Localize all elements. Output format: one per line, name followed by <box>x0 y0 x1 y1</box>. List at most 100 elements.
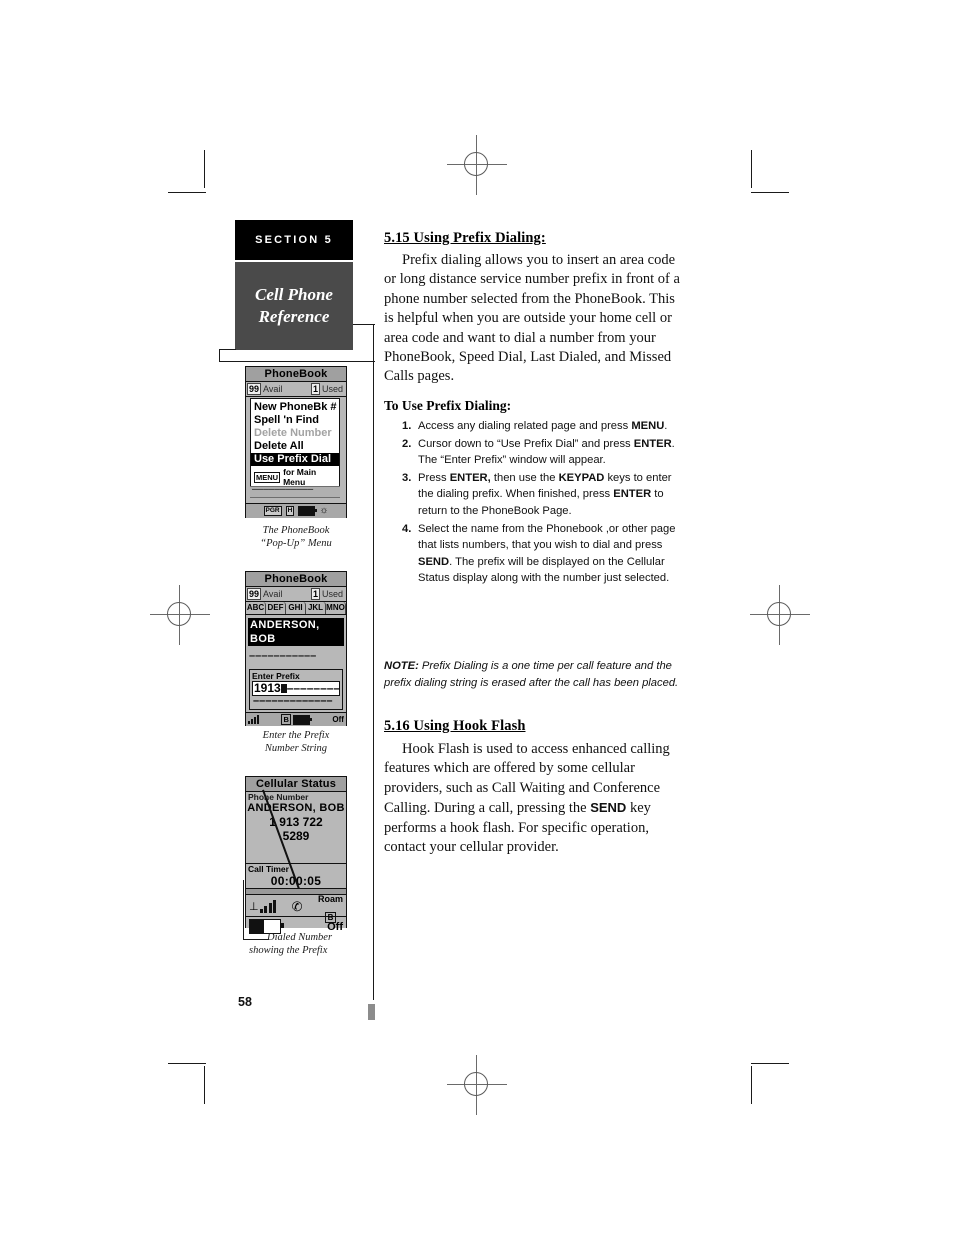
antenna-icon: ⊥ <box>249 901 259 914</box>
registration-mark-top <box>447 135 507 195</box>
column-divider-rule <box>373 362 375 1000</box>
tab-rule-right <box>353 324 375 326</box>
cellular-status-indicator-row: ⊥ ✆ Roam B <box>246 894 346 923</box>
phonebook-counts-row: 99 Avail 1 Used <box>246 382 346 397</box>
caption-line-1: Enter the Prefix <box>262 730 330 741</box>
signal-strength-icon <box>248 715 259 724</box>
caption-line-2: Number String <box>264 743 328 754</box>
lcd-title-phonebook-2: PhoneBook <box>246 572 346 587</box>
registration-mark-left <box>150 585 210 645</box>
menu-item-new-phonebk[interactable]: New PhoneBk # <box>251 401 339 414</box>
phone-number-label: Phone Number <box>248 792 309 802</box>
key-enter: ENTER <box>633 437 672 450</box>
alpha-tab-bar[interactable]: ABC DEF GHI JKL MNO <box>246 602 346 615</box>
popup-menu[interactable]: New PhoneBk # Spell 'n Find Delete Numbe… <box>250 398 340 489</box>
phonebook-empty-row <box>250 486 340 498</box>
section-title-line2: Reference <box>258 307 330 326</box>
note-block: NOTE: Prefix Dialing is a one time per c… <box>384 658 684 692</box>
roam-label: Roam <box>317 893 343 904</box>
step-3: Press ENTER, then use the KEYPAD keys to… <box>402 470 672 517</box>
section-title-line1: Cell Phone <box>255 285 333 304</box>
step-2: Cursor down to “Use Prefix Dial” and pre… <box>402 436 675 467</box>
lcd-body-cellular-status: Phone Number ANDERSON, BOB 1 913 722 528… <box>246 792 346 935</box>
phonebook-blank-entry-1: ––––––––––– <box>249 650 317 662</box>
paragraph-5-16: Hook Flash is used to access enhanced ca… <box>384 741 670 856</box>
note-label: NOTE: <box>384 660 419 672</box>
procedure-block: To Use Prefix Dialing: Access any dialin… <box>384 398 684 588</box>
crop-mark-top-right-horizontal <box>751 192 789 194</box>
steps-list: Access any dialing related page and pres… <box>384 418 684 587</box>
crop-mark-bottom-right-vertical <box>751 1066 753 1104</box>
key-send: SEND <box>590 800 627 816</box>
menu-item-delete-number: Delete Number <box>254 427 332 439</box>
backlight-icon: ☼ <box>319 505 329 516</box>
avail-count: 99 <box>247 588 262 600</box>
crop-mark-bottom-left-horizontal <box>168 1063 206 1065</box>
used-label: Used <box>321 589 343 599</box>
used-count: 1 <box>310 588 320 600</box>
alpha-tab-jkl[interactable]: JKL <box>306 602 326 614</box>
page-number: 58 <box>238 995 252 1009</box>
heading-5-15: 5.15 Using Prefix Dialing: <box>384 230 546 246</box>
caption-line-2: showing the Prefix <box>249 945 328 956</box>
registration-circle <box>464 152 488 176</box>
prefix-input-field[interactable]: 1913 ––––––––– <box>252 681 340 696</box>
enter-prefix-window[interactable]: Enter Prefix 1913 ––––––––– ––––––––––––– <box>249 669 343 710</box>
crop-mark-top-right-vertical <box>751 150 753 188</box>
home-indicator-icon: H <box>285 506 295 516</box>
registration-circle <box>464 1072 488 1096</box>
figure-enter-prefix: PhoneBook 99 Avail 1 Used ABC DEF GHI JK… <box>245 571 347 726</box>
alpha-tab-abc[interactable]: ABC <box>246 602 266 614</box>
dialed-number-line-2: 5289 <box>282 829 310 843</box>
power-state-label: Off <box>332 715 344 724</box>
step-4: Select the name from the Phonebook ,or o… <box>402 521 676 585</box>
bottom-marker-tick <box>368 1004 375 1020</box>
used-count: 1 <box>310 383 320 395</box>
subheading-to-use-prefix-dialing: To Use Prefix Dialing: <box>384 398 512 413</box>
crop-mark-bottom-left-vertical <box>204 1066 206 1104</box>
tab-rule-left <box>219 349 236 351</box>
selected-phonebook-entry[interactable]: ANDERSON, BOB <box>248 618 344 646</box>
call-timer-label: Call Timer <box>248 864 289 875</box>
avail-label: Avail <box>263 384 283 394</box>
caption-phonebook-popup: The PhoneBook “Pop-Up” Menu <box>221 524 371 550</box>
avail-label: Avail <box>263 589 283 599</box>
popup-footer-hint: MENU for Main Menu <box>251 466 339 487</box>
caption-line-1: Dialed Number <box>267 932 333 943</box>
cellular-status-name: ANDERSON, BOB <box>247 802 345 814</box>
key-enter: ENTER, <box>449 471 491 484</box>
figure-phonebook-popup-menu: PhoneBook 99 Avail 1 Used New PhoneBk # … <box>245 366 347 518</box>
signal-strength-icon <box>259 900 277 914</box>
menu-keycap: MENU <box>254 471 281 483</box>
used-label: Used <box>321 384 343 394</box>
figure-cellular-status: Cellular Status Phone Number ANDERSON, B… <box>245 776 347 935</box>
key-enter: ENTER <box>613 488 652 501</box>
popup-footer-text: for Main Menu <box>283 467 317 487</box>
menu-item-use-prefix-dial[interactable]: Use Prefix Dial <box>251 453 339 466</box>
menu-item-delete-all[interactable]: Delete All <box>251 440 339 453</box>
prefix-value: 1913 <box>254 681 281 695</box>
figure-frame-right-stub <box>373 324 375 362</box>
caption-line-1: The PhoneBook <box>262 525 330 536</box>
alpha-tab-ghi[interactable]: GHI <box>286 602 306 614</box>
lcd-body-enter-prefix: 99 Avail 1 Used ABC DEF GHI JKL MNO ANDE… <box>246 587 346 726</box>
lcd-status-bar: PGR H ☼ <box>246 503 346 518</box>
roam-band-icon: B <box>281 714 292 725</box>
section-title-block: Cell Phone Reference <box>235 262 353 350</box>
battery-icon <box>298 506 318 516</box>
right-column: 5.15 Using Prefix Dialing: Prefix dialin… <box>384 230 684 387</box>
avail-count: 99 <box>247 383 262 395</box>
alpha-tab-mno[interactable]: MNO <box>326 602 346 614</box>
lcd-body-phonebook-menu: 99 Avail 1 Used New PhoneBk # Spell 'n F… <box>246 382 346 518</box>
caption-line-2: “Pop-Up” Menu <box>260 538 332 549</box>
enter-prefix-label: Enter Prefix <box>252 671 300 681</box>
section-tab-label: SECTION 5 <box>235 220 353 260</box>
crop-mark-top-left-horizontal <box>168 192 206 194</box>
figure-frame-top-edge <box>219 361 375 363</box>
menu-item-spell-n-find[interactable]: Spell 'n Find <box>251 414 339 427</box>
roam-indicator: Roam B <box>318 889 343 925</box>
lcd-status-bar-2: B Off <box>246 712 346 726</box>
key-menu: MENU <box>631 420 665 432</box>
alpha-tab-def[interactable]: DEF <box>266 602 286 614</box>
key-send: SEND <box>418 555 450 568</box>
